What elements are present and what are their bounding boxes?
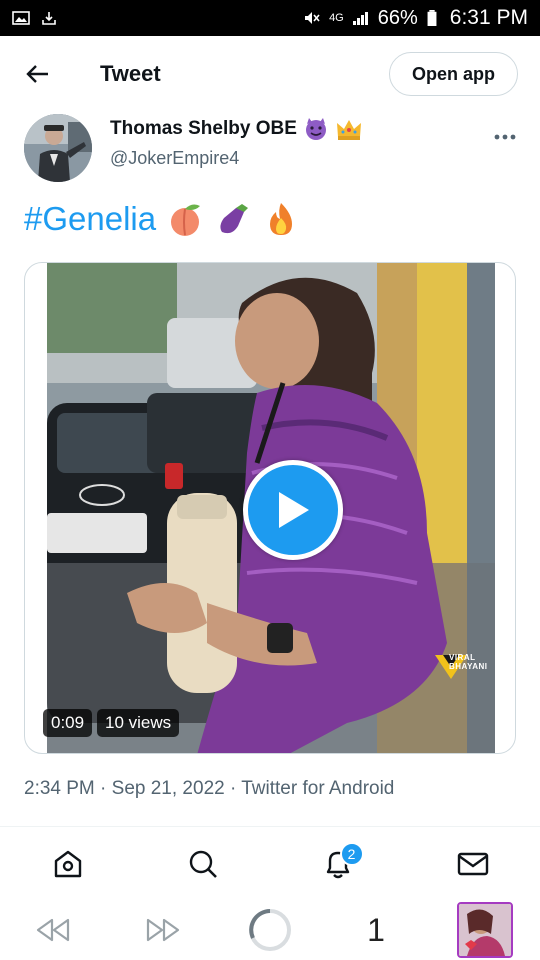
play-button[interactable] [243,460,343,560]
eggplant-emoji-icon [220,204,249,234]
video-watermark: VIRAL BHAYANI [449,653,488,671]
home-icon [54,850,81,878]
video-duration: 0:09 [43,709,93,737]
meta-separator: · [229,778,237,799]
more-dots-icon [494,134,516,140]
tab-count-button[interactable]: 1 [356,908,396,952]
tweet-meta: 2:34 PM · Sep 21, 2022 · Twitter for And… [24,778,394,800]
download-icon [42,12,56,25]
avatar[interactable] [24,114,92,182]
mail-icon [457,852,488,876]
media-card: VIRAL BHAYANI 0:09 10 views [24,262,516,754]
play-icon [279,492,309,528]
status-bar: 4G 66% 6:31 PM [0,0,540,36]
reload-button[interactable] [246,908,294,952]
back-button[interactable] [22,58,54,90]
page-title: Tweet [100,61,161,86]
tweet-text: #Genelia [24,200,300,238]
crown-emoji-icon [336,119,361,140]
browser-forward-button[interactable] [140,908,184,952]
search-icon [189,850,217,878]
hashtag-link[interactable]: #Genelia [24,200,156,238]
notification-count-badge: 2 [339,842,364,866]
video-views: 10 views [97,709,180,737]
clock: 6:31 PM [449,6,528,29]
tweet-header: Tweet Open app [0,36,540,112]
author-name-row[interactable]: Thomas Shelby OBE [110,116,363,142]
network-type: 4G [329,12,344,24]
battery-percent: 66% [377,6,418,29]
profile-thumbnail [457,902,513,958]
arrow-left-icon [26,65,48,83]
author-handle[interactable]: @JokerEmpire4 [110,148,363,169]
browser-bar: 1 [0,900,540,960]
open-app-button[interactable]: Open app [388,52,518,96]
author-name[interactable]: Thomas Shelby OBE [110,118,297,140]
nav-notifications[interactable]: 2 [308,834,368,894]
signal-icon [352,12,368,25]
mute-icon [305,12,320,24]
more-options-button[interactable] [494,120,516,146]
fast-forward-icon [146,918,180,942]
nav-messages[interactable] [443,834,503,894]
video-player[interactable]: VIRAL BHAYANI [47,263,495,753]
tweet-date[interactable]: Sep 21, 2022 [112,778,225,799]
tweet-author: Thomas Shelby OBE @JokerEmpire4 [24,112,516,184]
tab-count: 1 [367,911,385,948]
tweet-source[interactable]: Twitter for Android [241,778,394,799]
tweet-time[interactable]: 2:34 PM [24,778,95,799]
bottom-nav: 2 [0,827,540,901]
browser-back-button[interactable] [32,908,76,952]
battery-icon [427,10,437,26]
nav-home[interactable] [38,834,98,894]
smiling-devil-emoji-icon [305,117,326,140]
meta-separator: · [100,778,107,799]
loading-spinner-icon [249,909,291,951]
rewind-icon [36,918,70,942]
peach-emoji-icon [171,204,201,236]
gallery-icon [12,11,30,25]
nav-search[interactable] [173,834,233,894]
profile-thumbnail-button[interactable] [456,902,514,958]
fire-emoji-icon [270,203,293,235]
